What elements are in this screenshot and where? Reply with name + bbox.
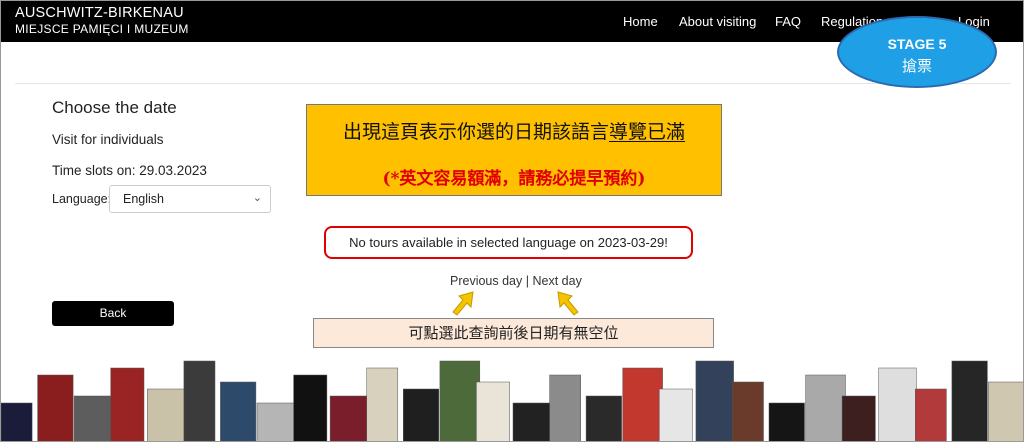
no-tours-message: No tours available in selected language … bbox=[324, 226, 693, 259]
book-cover bbox=[110, 367, 145, 441]
book-cover bbox=[659, 388, 693, 441]
book-covers-banner bbox=[1, 360, 1023, 441]
book-cover bbox=[805, 374, 846, 441]
book-cover bbox=[403, 388, 440, 441]
annotation-line-1-text: 出現這頁表示你選的日期該語言 bbox=[342, 121, 609, 143]
stage-badge: STAGE 5 搶票 bbox=[837, 16, 997, 88]
previous-day-link[interactable]: Previous day bbox=[450, 274, 522, 288]
book-cover bbox=[841, 395, 876, 441]
stage-title: STAGE 5 bbox=[887, 36, 947, 52]
nav-about-link[interactable]: About visiting bbox=[679, 14, 756, 29]
book-cover bbox=[622, 367, 663, 441]
annotation-note: 出現這頁表示你選的日期該語言導覽已滿 (*英文容易額滿，請務必提早預約) bbox=[306, 104, 722, 196]
nav-faq-link[interactable]: FAQ bbox=[775, 14, 801, 29]
book-cover bbox=[585, 395, 622, 441]
chevron-down-icon: ⌄ bbox=[252, 192, 262, 204]
book-cover bbox=[695, 360, 734, 441]
book-cover bbox=[220, 381, 257, 441]
book-cover bbox=[476, 381, 510, 441]
tip-annotation: 可點選此查詢前後日期有無空位 bbox=[313, 318, 714, 348]
arrow-icon-right bbox=[557, 291, 579, 316]
nav-home-link[interactable]: Home bbox=[623, 14, 658, 29]
app-frame: AUSCHWITZ-BIRKENAU MIEJSCE PAMIĘCI I MUZ… bbox=[0, 0, 1024, 442]
book-cover bbox=[951, 360, 988, 441]
book-cover bbox=[732, 381, 764, 441]
day-nav-separator: | bbox=[525, 274, 529, 288]
book-cover bbox=[1, 402, 33, 441]
book-cover bbox=[147, 388, 186, 441]
book-cover bbox=[549, 374, 581, 441]
annotation-line-2: (*英文容易額滿，請務必提早預約) bbox=[382, 169, 646, 189]
day-navigation: Previous day | Next day bbox=[450, 274, 582, 288]
book-cover bbox=[878, 367, 917, 441]
language-label: Language: bbox=[52, 192, 112, 206]
next-day-link[interactable]: Next day bbox=[532, 274, 581, 288]
book-cover bbox=[329, 395, 369, 441]
arrow-icon-left bbox=[452, 291, 474, 316]
annotation-line-1: 出現這頁表示你選的日期該語言導覽已滿 bbox=[307, 117, 721, 144]
book-cover bbox=[915, 388, 947, 441]
visit-type-label: Visit for individuals bbox=[52, 132, 164, 147]
language-select[interactable]: English ⌄ bbox=[109, 185, 271, 213]
stage-subtitle: 搶票 bbox=[901, 58, 932, 75]
book-cover bbox=[293, 374, 328, 441]
book-cover bbox=[988, 381, 1023, 441]
book-cover bbox=[512, 402, 551, 441]
book-cover bbox=[256, 402, 298, 441]
book-cover bbox=[37, 374, 74, 441]
language-selected-value: English bbox=[123, 192, 164, 206]
time-slots-label: Time slots on: 29.03.2023 bbox=[52, 163, 207, 178]
page-title: Choose the date bbox=[52, 98, 177, 117]
header-divider bbox=[15, 83, 1011, 84]
annotation-line-1-underlined: 導覽已滿 bbox=[609, 121, 686, 143]
book-cover bbox=[183, 360, 216, 441]
book-cover bbox=[73, 395, 115, 441]
book-cover bbox=[439, 360, 481, 441]
book-cover bbox=[366, 367, 399, 441]
back-button[interactable]: Back bbox=[52, 301, 174, 326]
book-cover bbox=[768, 402, 805, 441]
